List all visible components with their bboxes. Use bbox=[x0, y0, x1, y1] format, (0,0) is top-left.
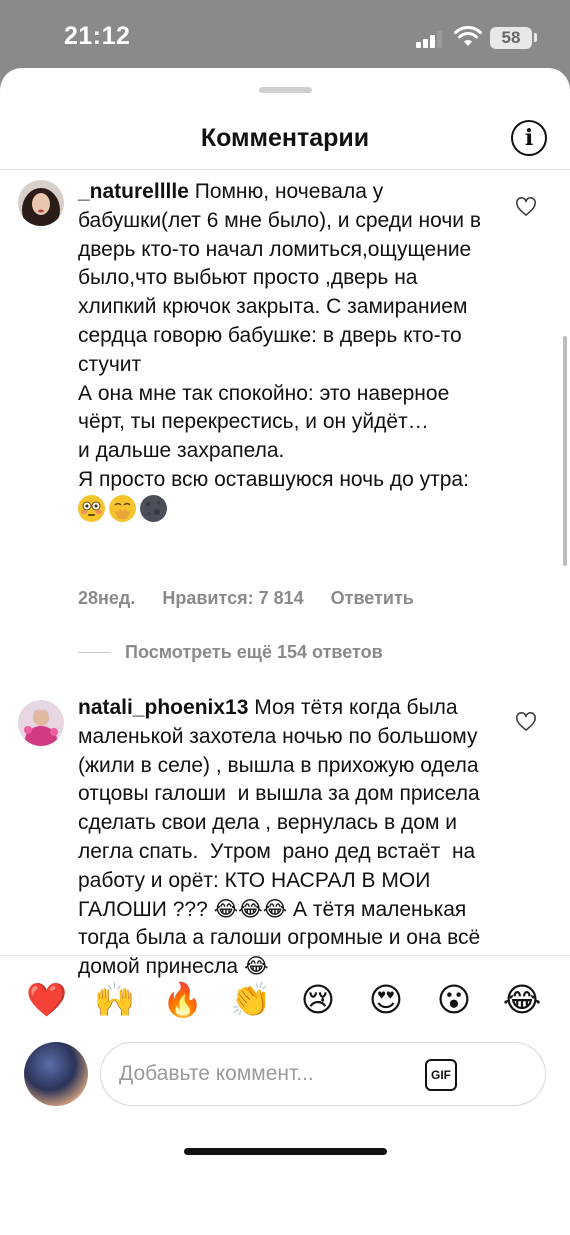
reaction-tears-of-joy[interactable]: 😂 bbox=[502, 980, 542, 1020]
comment-composer: Добавьте коммент... GIF bbox=[0, 1035, 570, 1125]
view-more-replies-button[interactable]: Посмотреть ещё 154 ответов bbox=[78, 642, 383, 663]
battery-icon: 58 bbox=[490, 27, 532, 49]
comment-username[interactable]: _naturellllе bbox=[78, 180, 189, 203]
comment-text: natali_phoenix13 Моя тётя когда была мал… bbox=[78, 694, 498, 982]
wifi-icon bbox=[454, 26, 482, 46]
quick-reactions-bar: ❤️ 🙌 🔥 👏 😢 😍 😮 😂 bbox=[0, 955, 570, 1035]
scrollbar[interactable] bbox=[563, 336, 567, 566]
status-time: 21:12 bbox=[64, 22, 131, 50]
reaction-heart[interactable]: ❤️ bbox=[26, 980, 67, 1020]
comment-input-placeholder: Добавьте коммент... bbox=[119, 1062, 314, 1085]
reaction-clapping-hands[interactable]: 👏 bbox=[230, 980, 271, 1020]
like-heart-icon[interactable] bbox=[515, 712, 537, 732]
reaction-crying-face[interactable]: 😢 bbox=[298, 980, 338, 1020]
info-icon[interactable]: i bbox=[511, 120, 547, 156]
home-indicator bbox=[184, 1148, 387, 1155]
view-more-replies-label: Посмотреть ещё 154 ответов bbox=[125, 642, 383, 662]
cellular-signal-icon bbox=[416, 30, 446, 48]
sheet-title: Комментарии bbox=[200, 124, 370, 152]
comment-body: Моя тётя когда была маленькой захотела н… bbox=[78, 696, 487, 979]
comment-input[interactable]: Добавьте коммент... GIF bbox=[100, 1042, 546, 1106]
avatar[interactable] bbox=[18, 180, 64, 226]
reaction-fire[interactable]: 🔥 bbox=[162, 980, 203, 1020]
divider bbox=[78, 651, 111, 654]
new-moon-face-icon bbox=[140, 494, 167, 522]
comments-sheet: Комментарии i _naturellllе Помню, ночева… bbox=[0, 68, 570, 1235]
face-with-hand-over-mouth-icon bbox=[109, 494, 136, 522]
reaction-raising-hands[interactable]: 🙌 bbox=[94, 980, 135, 1020]
reaction-heart-eyes[interactable]: 😍 bbox=[366, 980, 406, 1020]
avatar[interactable] bbox=[18, 700, 64, 746]
sheet-grabber[interactable] bbox=[259, 87, 312, 93]
status-bar: 21:12 58 bbox=[0, 0, 570, 72]
comment-meta: 28нед. Нравится: 7 814 Ответить bbox=[78, 588, 436, 609]
comment-text: _naturellllе Помню, ночевала у бабушки(л… bbox=[78, 178, 498, 526]
reply-button[interactable]: Ответить bbox=[331, 588, 414, 608]
battery-tip bbox=[534, 33, 537, 42]
like-heart-icon[interactable] bbox=[515, 197, 537, 217]
comment-username[interactable]: natali_phoenix13 bbox=[78, 696, 248, 719]
gif-button[interactable]: GIF bbox=[425, 1059, 457, 1091]
comment-time: 28нед. bbox=[78, 588, 136, 608]
flushed-face-icon bbox=[78, 494, 105, 522]
reaction-surprised-face[interactable]: 😮 bbox=[434, 980, 474, 1020]
comments-list[interactable]: _naturellllе Помню, ночевала у бабушки(л… bbox=[0, 170, 570, 1023]
comment-body: Помню, ночевала у бабушки(лет 6 мне было… bbox=[78, 180, 482, 491]
comment-likes[interactable]: Нравится: 7 814 bbox=[162, 588, 303, 608]
current-user-avatar[interactable] bbox=[24, 1042, 88, 1106]
